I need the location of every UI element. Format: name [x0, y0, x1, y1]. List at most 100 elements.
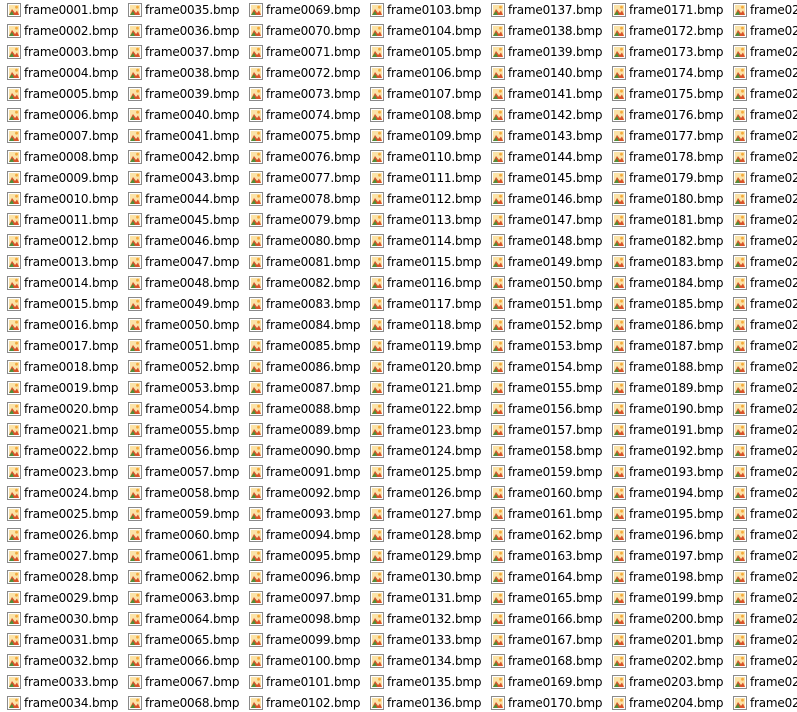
- file-item[interactable]: frame0004.bmp: [6, 63, 118, 83]
- file-item[interactable]: frame0191.bmp: [611, 420, 723, 440]
- file-item[interactable]: frame0150.bmp: [490, 273, 602, 293]
- file-item[interactable]: frame0189.bmp: [611, 378, 723, 398]
- file-item[interactable]: frame0092.bmp: [248, 483, 360, 503]
- file-item[interactable]: frame0052.bmp: [127, 357, 239, 377]
- file-item[interactable]: frame0075.bmp: [248, 126, 360, 146]
- file-item[interactable]: frame0167.bmp: [490, 630, 602, 650]
- file-item[interactable]: frame0122.bmp: [369, 399, 481, 419]
- file-item[interactable]: frame023: [732, 630, 797, 650]
- file-item[interactable]: frame0088.bmp: [248, 399, 360, 419]
- file-item[interactable]: frame021: [732, 168, 797, 188]
- file-item[interactable]: frame0120.bmp: [369, 357, 481, 377]
- file-item[interactable]: frame0125.bmp: [369, 462, 481, 482]
- file-item[interactable]: frame022: [732, 483, 797, 503]
- file-item[interactable]: frame0197.bmp: [611, 546, 723, 566]
- file-item[interactable]: frame0001.bmp: [6, 0, 118, 20]
- file-item[interactable]: frame0142.bmp: [490, 105, 602, 125]
- file-item[interactable]: frame0051.bmp: [127, 336, 239, 356]
- file-item[interactable]: frame0047.bmp: [127, 252, 239, 272]
- file-item[interactable]: frame022: [732, 441, 797, 461]
- file-item[interactable]: frame0195.bmp: [611, 504, 723, 524]
- file-item[interactable]: frame0016.bmp: [6, 315, 118, 335]
- file-item[interactable]: frame0043.bmp: [127, 168, 239, 188]
- file-item[interactable]: frame0118.bmp: [369, 315, 481, 335]
- file-item[interactable]: frame0155.bmp: [490, 378, 602, 398]
- file-item[interactable]: frame022: [732, 399, 797, 419]
- file-item[interactable]: frame0076.bmp: [248, 147, 360, 167]
- file-item[interactable]: frame0049.bmp: [127, 294, 239, 314]
- file-item[interactable]: frame0040.bmp: [127, 105, 239, 125]
- file-item[interactable]: frame020: [732, 42, 797, 62]
- file-item[interactable]: frame0164.bmp: [490, 567, 602, 587]
- file-item[interactable]: frame0011.bmp: [6, 210, 118, 230]
- file-item[interactable]: frame0066.bmp: [127, 651, 239, 671]
- file-item[interactable]: frame0187.bmp: [611, 336, 723, 356]
- file-item[interactable]: frame0086.bmp: [248, 357, 360, 377]
- file-item[interactable]: frame0031.bmp: [6, 630, 118, 650]
- file-item[interactable]: frame0042.bmp: [127, 147, 239, 167]
- file-item[interactable]: frame0196.bmp: [611, 525, 723, 545]
- file-item[interactable]: frame0160.bmp: [490, 483, 602, 503]
- file-item[interactable]: frame0135.bmp: [369, 672, 481, 692]
- file-item[interactable]: frame0138.bmp: [490, 21, 602, 41]
- file-item[interactable]: frame0012.bmp: [6, 231, 118, 251]
- file-item[interactable]: frame0123.bmp: [369, 420, 481, 440]
- file-item[interactable]: frame0134.bmp: [369, 651, 481, 671]
- file-item[interactable]: frame0136.bmp: [369, 693, 481, 712]
- file-item[interactable]: frame023: [732, 588, 797, 608]
- file-item[interactable]: frame0154.bmp: [490, 357, 602, 377]
- file-item[interactable]: frame0194.bmp: [611, 483, 723, 503]
- file-item[interactable]: frame0182.bmp: [611, 231, 723, 251]
- file-item[interactable]: frame0144.bmp: [490, 147, 602, 167]
- file-item[interactable]: frame0019.bmp: [6, 378, 118, 398]
- file-item[interactable]: frame0060.bmp: [127, 525, 239, 545]
- file-item[interactable]: frame021: [732, 126, 797, 146]
- file-item[interactable]: frame021: [732, 273, 797, 293]
- file-item[interactable]: frame0039.bmp: [127, 84, 239, 104]
- file-item[interactable]: frame0097.bmp: [248, 588, 360, 608]
- file-item[interactable]: frame023: [732, 609, 797, 629]
- file-item[interactable]: frame0026.bmp: [6, 525, 118, 545]
- file-item[interactable]: frame0156.bmp: [490, 399, 602, 419]
- file-item[interactable]: frame0063.bmp: [127, 588, 239, 608]
- file-item[interactable]: frame0021.bmp: [6, 420, 118, 440]
- file-item[interactable]: frame0139.bmp: [490, 42, 602, 62]
- file-item[interactable]: frame0093.bmp: [248, 504, 360, 524]
- file-item[interactable]: frame0007.bmp: [6, 126, 118, 146]
- file-item[interactable]: frame0170.bmp: [490, 693, 602, 712]
- file-item[interactable]: frame021: [732, 189, 797, 209]
- file-item[interactable]: frame0119.bmp: [369, 336, 481, 356]
- file-item[interactable]: frame0110.bmp: [369, 147, 481, 167]
- file-item[interactable]: frame0114.bmp: [369, 231, 481, 251]
- file-item[interactable]: frame0101.bmp: [248, 672, 360, 692]
- file-item[interactable]: frame0048.bmp: [127, 273, 239, 293]
- file-item[interactable]: frame0065.bmp: [127, 630, 239, 650]
- file-item[interactable]: frame0183.bmp: [611, 252, 723, 272]
- file-item[interactable]: frame0008.bmp: [6, 147, 118, 167]
- file-item[interactable]: frame0153.bmp: [490, 336, 602, 356]
- file-item[interactable]: frame0010.bmp: [6, 189, 118, 209]
- file-item[interactable]: frame0111.bmp: [369, 168, 481, 188]
- file-item[interactable]: frame0198.bmp: [611, 567, 723, 587]
- file-item[interactable]: frame0162.bmp: [490, 525, 602, 545]
- file-item[interactable]: frame0064.bmp: [127, 609, 239, 629]
- file-item[interactable]: frame0171.bmp: [611, 0, 723, 20]
- file-item[interactable]: frame0113.bmp: [369, 210, 481, 230]
- file-item[interactable]: frame0165.bmp: [490, 588, 602, 608]
- file-item[interactable]: frame0018.bmp: [6, 357, 118, 377]
- file-item[interactable]: frame0034.bmp: [6, 693, 118, 712]
- file-item[interactable]: frame0168.bmp: [490, 651, 602, 671]
- file-item[interactable]: frame0085.bmp: [248, 336, 360, 356]
- file-item[interactable]: frame021: [732, 252, 797, 272]
- file-item[interactable]: frame022: [732, 336, 797, 356]
- file-item[interactable]: frame023: [732, 651, 797, 671]
- file-item[interactable]: frame0147.bmp: [490, 210, 602, 230]
- file-item[interactable]: frame0203.bmp: [611, 672, 723, 692]
- file-item[interactable]: frame0106.bmp: [369, 63, 481, 83]
- file-item[interactable]: frame021: [732, 294, 797, 314]
- file-item[interactable]: frame0103.bmp: [369, 0, 481, 20]
- file-item[interactable]: frame0050.bmp: [127, 315, 239, 335]
- file-item[interactable]: frame0015.bmp: [6, 294, 118, 314]
- file-item[interactable]: frame0024.bmp: [6, 483, 118, 503]
- file-item[interactable]: frame0163.bmp: [490, 546, 602, 566]
